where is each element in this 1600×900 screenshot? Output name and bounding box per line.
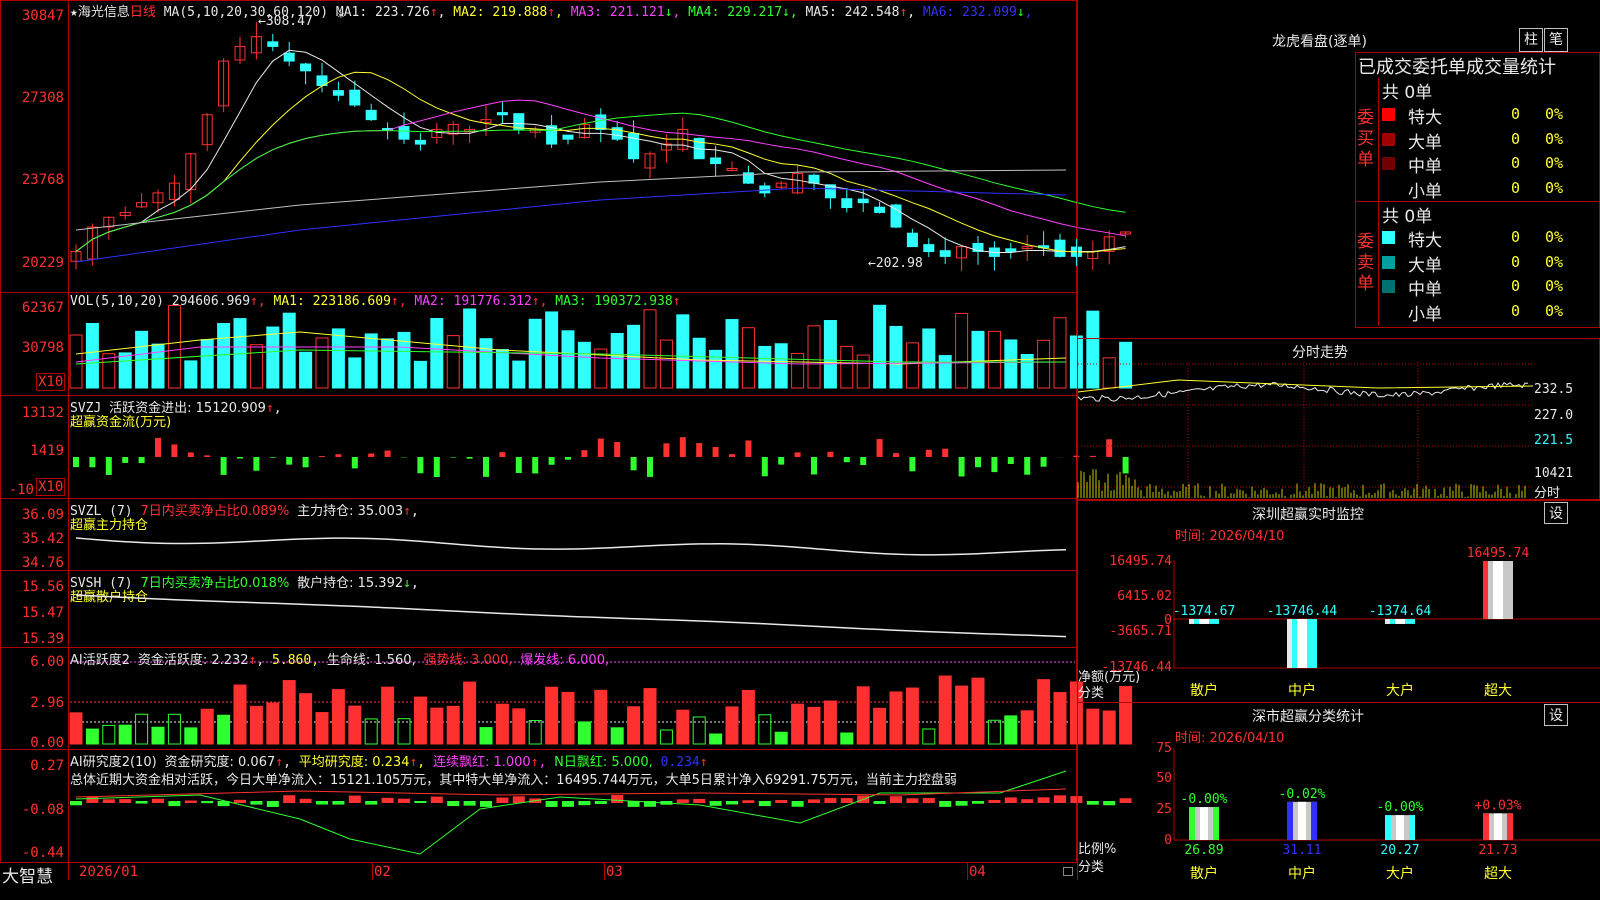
fl-time: 时间: 2026/04/10: [1175, 731, 1285, 746]
sz-bar-edge: [1483, 561, 1488, 619]
fl-bar-edge-l: [1287, 801, 1293, 840]
fl-bar-group: [1287, 801, 1317, 840]
sz-value-label: -13746.44: [1267, 604, 1338, 619]
fl-y-tick: 25: [1156, 802, 1172, 817]
fl-bar-group: [1189, 807, 1219, 840]
fl-bar-highlight: [1298, 801, 1306, 840]
sz-bar-highlight: [1395, 619, 1405, 624]
fl-bar-edge-l: [1385, 815, 1391, 840]
fl-bar-edge-r: [1409, 815, 1415, 840]
fl-value-label: 26.89: [1184, 843, 1223, 858]
fl-sep: [1077, 702, 1600, 703]
sz-bar-group: [1483, 561, 1513, 619]
sz-bar-highlight: [1199, 619, 1209, 624]
fl-y-tick: 0: [1164, 833, 1172, 848]
sz-value-label: -1374.64: [1369, 604, 1432, 619]
fl-title: 深市超赢分类统计: [1252, 709, 1364, 725]
fl-y-tick: 75: [1156, 741, 1172, 756]
sz-bar-highlight: [1493, 561, 1503, 619]
sz-bar-edge: [1287, 619, 1292, 668]
sz-bar-highlight: [1297, 619, 1307, 668]
fl-category-label: 中户: [1288, 865, 1316, 882]
fl-ylabel: 比例%: [1078, 842, 1117, 857]
sz-category-label: 散户: [1190, 682, 1218, 699]
fl-bar-group: [1385, 815, 1415, 840]
fl-bar-highlight: [1200, 807, 1208, 840]
fl-category-label: 超大: [1484, 866, 1512, 882]
fl-category-label: 散户: [1190, 865, 1218, 882]
sz-value-label: -1374.67: [1173, 604, 1236, 619]
sz-category-label: 大户: [1386, 682, 1414, 699]
sz-bar-group: [1287, 619, 1317, 668]
fl-bar-edge-l: [1189, 807, 1195, 840]
fl-value-label: 20.27: [1380, 843, 1419, 858]
fl-change-label: +0.03%: [1475, 798, 1522, 813]
sz-bar-edge: [1189, 619, 1194, 624]
fl-bar-highlight: [1396, 815, 1404, 840]
fl-change-label: -0.00%: [1181, 792, 1228, 807]
fl-value-label: 21.73: [1478, 843, 1517, 858]
fl-change-label: -0.00%: [1377, 800, 1424, 815]
sz-category-label: 超大: [1484, 683, 1512, 699]
fl-settings-button[interactable]: 设: [1544, 704, 1568, 726]
fl-bar-edge-r: [1507, 813, 1513, 840]
fl-xlabel: 分类: [1078, 860, 1105, 875]
fl-y-tick: 50: [1156, 771, 1172, 786]
fl-value-label: 31.11: [1282, 843, 1321, 858]
fl-bar-edge-l: [1483, 813, 1489, 840]
fl-bar-highlight: [1494, 813, 1502, 840]
fl-change-label: -0.02%: [1279, 787, 1326, 802]
fl-bar-edge-r: [1213, 807, 1219, 840]
sz-value-label: 16495.74: [1467, 546, 1530, 561]
fl-category-label: 大户: [1386, 865, 1414, 882]
sz-bar-group: [1189, 619, 1219, 624]
sz-bar-chart: -1374.67 散户 -13746.44 中户 -1374.64 大户 16495.74 超…: [1173, 546, 1600, 882]
fl-bar-group: [1483, 813, 1513, 840]
sz-category-label: 中户: [1288, 682, 1316, 699]
sz-bar-edge: [1385, 619, 1390, 624]
fl-bar-edge-r: [1311, 801, 1317, 840]
sz-bar-group: [1385, 619, 1415, 624]
